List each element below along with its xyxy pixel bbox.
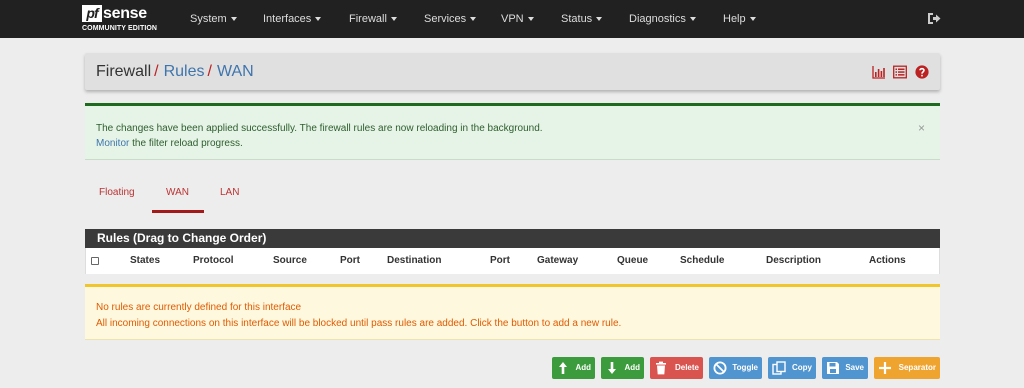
caret-down-icon bbox=[596, 17, 603, 22]
success-alert: The changes have been applied successful… bbox=[85, 103, 940, 160]
col-schedule: Schedule bbox=[680, 255, 725, 266]
caret-down-icon bbox=[527, 17, 534, 22]
pfsense-logo[interactable]: pf sense COMMUNITY EDITION bbox=[82, 5, 158, 34]
menu-interfaces[interactable]: Interfaces bbox=[263, 0, 322, 38]
breadcrumb-firewall: Firewall bbox=[96, 63, 152, 80]
monitor-link[interactable]: Monitor bbox=[96, 138, 129, 149]
col-port-destination: Port bbox=[490, 255, 510, 266]
menu-help[interactable]: Help bbox=[723, 0, 756, 38]
caret-down-icon bbox=[390, 17, 397, 22]
trash-icon bbox=[656, 361, 666, 375]
plus-icon bbox=[879, 362, 891, 374]
caret-down-icon bbox=[230, 17, 237, 22]
arrow-down-icon bbox=[608, 362, 616, 374]
ban-icon bbox=[713, 361, 727, 375]
active-tab-indicator bbox=[152, 210, 204, 213]
col-description: Description bbox=[766, 255, 822, 266]
col-destination: Destination bbox=[387, 255, 442, 266]
col-gateway: Gateway bbox=[537, 255, 579, 266]
menu-vpn[interactable]: VPN bbox=[501, 0, 534, 38]
col-port: Port bbox=[340, 255, 360, 266]
separator-button[interactable]: Separator bbox=[874, 357, 940, 379]
alert-message-2: Monitor the filter reload progress. bbox=[96, 138, 243, 149]
col-states: States bbox=[130, 255, 161, 266]
save-button[interactable]: Save bbox=[822, 357, 868, 379]
menu-system[interactable]: System bbox=[190, 0, 237, 38]
alert-message: The changes have been applied successful… bbox=[96, 123, 543, 134]
save-icon bbox=[827, 362, 839, 374]
top-navbar: pf sense COMMUNITY EDITION System Interf… bbox=[0, 0, 1024, 38]
list-icon[interactable] bbox=[893, 65, 907, 79]
logo-mark: pf bbox=[82, 5, 102, 22]
rules-table-header: States Protocol Source Port Destination … bbox=[85, 248, 940, 274]
menu-firewall[interactable]: Firewall bbox=[349, 0, 397, 38]
delete-button[interactable]: Delete bbox=[650, 357, 703, 379]
breadcrumb-wan-link[interactable]: WAN bbox=[217, 63, 254, 80]
tab-floating[interactable]: Floating bbox=[99, 187, 135, 198]
copy-button[interactable]: Copy bbox=[768, 357, 816, 379]
logo-text: sense bbox=[103, 5, 147, 22]
tab-lan[interactable]: LAN bbox=[220, 187, 239, 198]
toggle-button[interactable]: Toggle bbox=[709, 357, 762, 379]
add-rule-bottom-button[interactable]: Add bbox=[601, 357, 644, 379]
close-icon[interactable]: × bbox=[918, 121, 925, 135]
tab-wan[interactable]: WAN bbox=[166, 187, 189, 198]
breadcrumb-separator: / bbox=[207, 63, 212, 80]
rules-table-title: Rules (Drag to Change Order) bbox=[85, 229, 940, 248]
select-all-checkbox[interactable] bbox=[91, 257, 99, 265]
col-protocol: Protocol bbox=[193, 255, 234, 266]
menu-diagnostics[interactable]: Diagnostics bbox=[629, 0, 696, 38]
no-rules-warning: No rules are currently defined for this … bbox=[85, 284, 940, 340]
caret-down-icon bbox=[749, 17, 756, 22]
col-actions: Actions bbox=[869, 255, 906, 266]
help-icon[interactable] bbox=[915, 65, 929, 79]
menu-status[interactable]: Status bbox=[561, 0, 603, 38]
breadcrumb: Firewall / Rules / WAN bbox=[96, 53, 254, 90]
caret-down-icon bbox=[689, 17, 696, 22]
arrow-up-icon bbox=[559, 362, 567, 374]
col-queue: Queue bbox=[617, 255, 649, 266]
breadcrumb-separator: / bbox=[154, 63, 159, 80]
caret-down-icon bbox=[315, 17, 322, 22]
breadcrumb-panel: Firewall / Rules / WAN bbox=[85, 53, 940, 90]
menu-services[interactable]: Services bbox=[424, 0, 477, 38]
add-rule-top-button[interactable]: Add bbox=[552, 357, 595, 379]
bar-chart-icon[interactable] bbox=[872, 65, 886, 79]
warning-line-1: No rules are currently defined for this … bbox=[96, 302, 302, 313]
sign-out-icon[interactable] bbox=[927, 12, 941, 25]
warning-line-2: All incoming connections on this interfa… bbox=[96, 318, 622, 329]
logo-subtitle: COMMUNITY EDITION bbox=[82, 25, 158, 32]
caret-down-icon bbox=[470, 17, 477, 22]
breadcrumb-rules-link[interactable]: Rules bbox=[164, 63, 205, 80]
col-source: Source bbox=[273, 255, 307, 266]
copy-icon bbox=[772, 361, 786, 375]
